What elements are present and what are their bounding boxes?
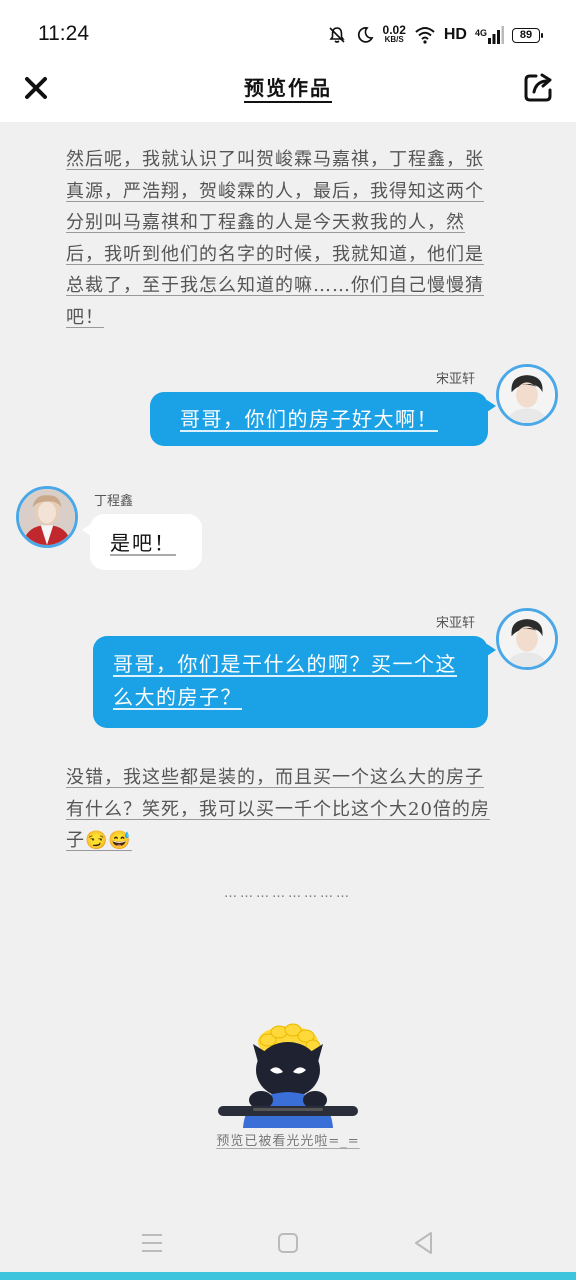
wifi-icon	[415, 27, 435, 44]
bottom-accent-strip	[0, 1272, 576, 1280]
ellipsis-separator: ……………………	[224, 886, 352, 901]
battery-icon: 89	[512, 27, 543, 43]
mute-bell-icon	[328, 27, 345, 43]
mascot-illustration	[218, 1023, 358, 1128]
narration-block: 然后呢，我就认识了叫贺峻霖马嘉祺，丁程鑫，张真源，严浩翔，贺峻霖的人，最后，我得…	[66, 149, 484, 328]
back-icon[interactable]	[411, 1230, 437, 1256]
avatar-image	[19, 489, 75, 545]
share-icon	[524, 73, 552, 102]
signal-icon: 4G	[475, 26, 504, 44]
page-title: 预览作品	[0, 72, 576, 103]
hd-label: HD	[443, 26, 467, 43]
status-time: 11:24	[38, 22, 89, 45]
narration-block: 没错，我这些都是装的，而且买一个这么大的房子有什么？笑死，我可以买一千个比这个大…	[66, 767, 490, 851]
message-bubble-right: 哥哥，你们的房子好大啊！	[150, 392, 496, 446]
speaker-name: 宋亚轩	[436, 616, 476, 631]
system-nav-bar	[0, 1210, 576, 1272]
moon-icon	[357, 27, 373, 43]
status-bar: 11:24 0.02 KB/S HD 4G 89	[0, 0, 576, 64]
home-icon[interactable]	[275, 1230, 301, 1256]
avatar-image	[499, 611, 555, 667]
top-header: 预览作品	[0, 64, 576, 122]
speaker-name: 丁程鑫	[94, 494, 134, 509]
message-bubble-right: 哥哥，你们是干什么的啊？买一个这么大的房子？	[93, 636, 496, 728]
preview-note: 预览已被看光光啦=_=	[216, 1134, 360, 1149]
avatar-right[interactable]	[496, 608, 558, 670]
avatar-left[interactable]	[16, 486, 78, 548]
net-speed: 0.02 KB/S	[382, 23, 406, 44]
status-icons: 0.02 KB/S HD 4G 89	[327, 22, 543, 48]
speaker-name: 宋亚轩	[436, 372, 476, 387]
menu-icon[interactable]	[139, 1230, 165, 1256]
share-button[interactable]	[522, 70, 556, 104]
avatar-right[interactable]	[496, 364, 558, 426]
message-bubble-left: 是吧！	[82, 514, 202, 570]
avatar-image	[499, 367, 555, 423]
